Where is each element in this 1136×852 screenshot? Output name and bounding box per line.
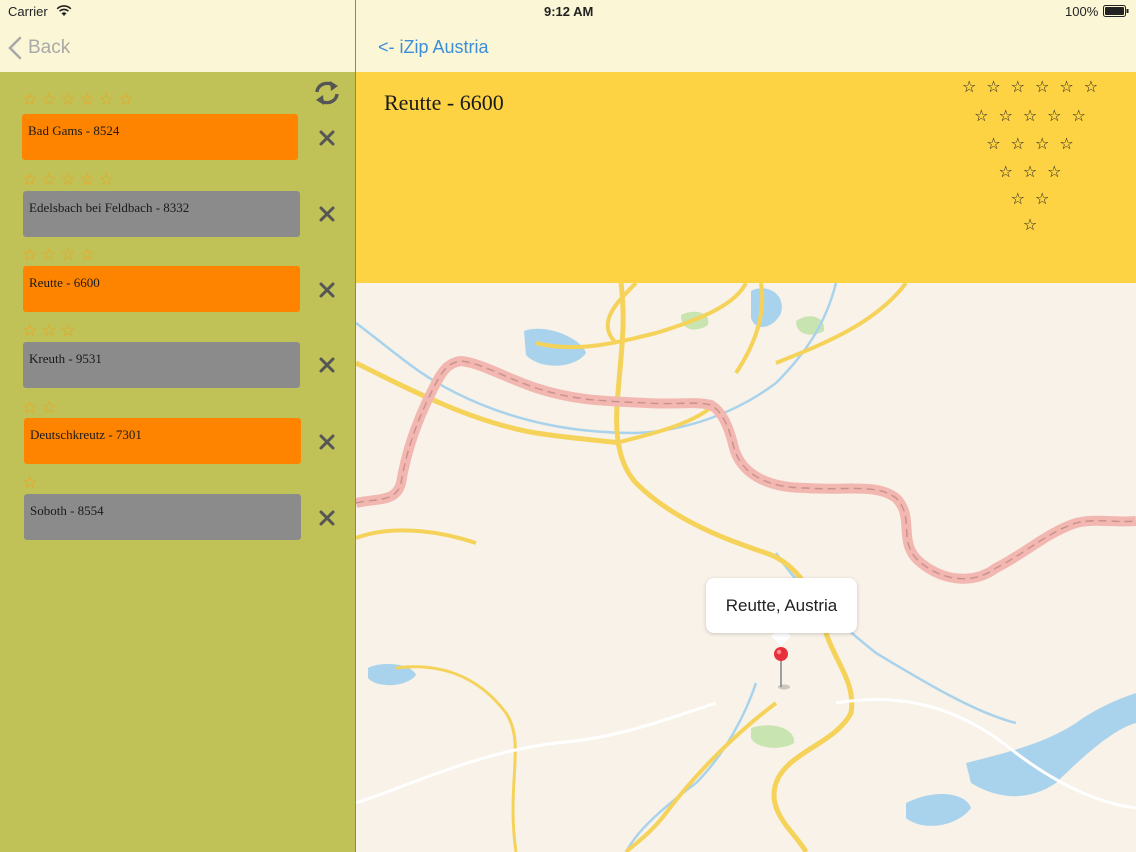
delete-x-icon[interactable] — [316, 279, 338, 301]
map-layer — [356, 283, 1136, 852]
list-item-deutschkreutz[interactable]: Deutschkreutz - 7301 — [24, 418, 301, 464]
rating-stars: ☆☆☆☆☆☆ — [22, 90, 138, 110]
rating-stars-row: ☆☆☆☆☆ — [974, 106, 1096, 125]
delete-x-icon[interactable] — [316, 507, 338, 529]
rating-stars: ☆☆☆☆ — [22, 245, 99, 265]
izip-austria-back-link[interactable]: <- iZip Austria — [378, 37, 489, 58]
lake — [751, 288, 782, 328]
park — [751, 725, 795, 748]
back-button-label: Back — [28, 37, 71, 58]
rating-stars-row: ☆☆ — [1010, 189, 1060, 208]
list-item-reutte[interactable]: Reutte - 6600 — [23, 266, 300, 312]
wifi-icon — [56, 5, 72, 16]
back-chevron-icon — [8, 36, 22, 60]
map-pin-icon[interactable] — [771, 645, 791, 690]
list-item-edelsbach[interactable]: Edelsbach bei Feldbach - 8332 — [23, 191, 300, 237]
lake — [906, 793, 971, 826]
refresh-icon[interactable] — [313, 79, 341, 107]
map-view[interactable]: Reutte, Austria — [356, 283, 1136, 852]
location-callout[interactable]: Reutte, Austria — [706, 578, 857, 633]
lake — [966, 693, 1136, 797]
rating-stars: ☆☆☆☆☆ — [22, 170, 119, 190]
battery-icon — [1103, 5, 1129, 17]
carrier-label: Carrier — [8, 4, 48, 19]
rating-stars: ☆☆☆ — [22, 321, 80, 341]
detail-title: Reutte - 6600 — [384, 90, 504, 115]
rating-stars-row: ☆☆☆ — [998, 162, 1072, 181]
delete-x-icon[interactable] — [316, 127, 338, 149]
detail-header: Reutte - 6600 ☆☆☆☆☆☆ ☆☆☆☆☆ ☆☆☆☆ ☆☆☆ ☆☆ ☆ — [356, 72, 1136, 283]
rating-stars: ☆ — [22, 473, 42, 493]
delete-x-icon[interactable] — [316, 203, 338, 225]
rating-stars-row: ☆☆☆☆ — [986, 134, 1084, 153]
delete-x-icon[interactable] — [316, 354, 338, 376]
list-item-kreuth[interactable]: Kreuth - 9531 — [23, 342, 300, 388]
battery-label: 100% — [1065, 4, 1099, 19]
list-item-soboth[interactable]: Soboth - 8554 — [24, 494, 301, 540]
rating-stars-row: ☆ — [1022, 215, 1048, 234]
left-navigation-bar: Carrier Back — [0, 0, 355, 72]
right-navigation-bar: 9:12 AM 100% <- iZip Austria — [356, 0, 1136, 72]
list-item-bad-gams[interactable]: Bad Gams - 8524 — [22, 114, 298, 160]
clock-label: 9:12 AM — [544, 4, 594, 19]
rating-stars-row: ☆☆☆☆☆☆ — [961, 77, 1109, 96]
left-pane: Carrier Back ☆☆☆☆☆☆ Bad Gams - 8524 ☆☆☆☆… — [0, 0, 355, 852]
back-button[interactable]: Back — [8, 34, 70, 62]
delete-x-icon[interactable] — [316, 431, 338, 453]
rating-stars: ☆☆ — [22, 398, 61, 418]
